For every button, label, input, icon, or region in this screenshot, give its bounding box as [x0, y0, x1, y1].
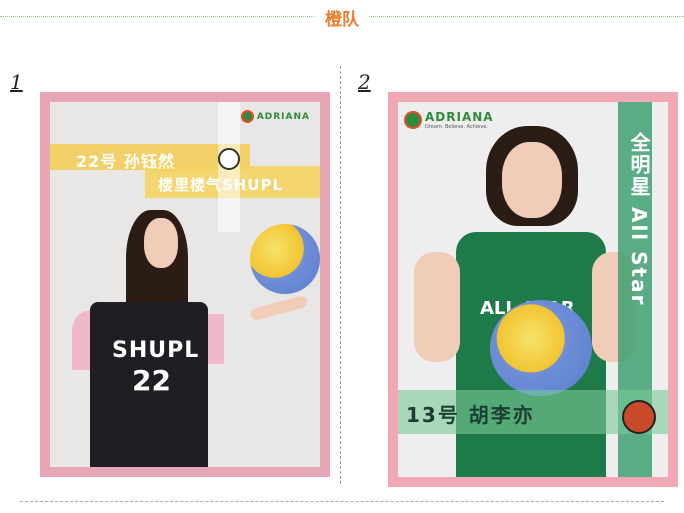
- jersey-number-1: 22: [132, 364, 171, 397]
- adriana-logo: ADRIANA Dream. Believe. Achieve.: [404, 110, 494, 130]
- card-photo-2: ADRIANA Dream. Believe. Achieve. ALL STA…: [398, 102, 668, 477]
- all-star-text: 全明星 All Star: [627, 132, 651, 307]
- footer-divider: [20, 501, 664, 502]
- card-photo-1: ADRIANA 22号 孙钰然 楼里楼气SHUPL SHUPL 22: [50, 102, 320, 467]
- basketball: [490, 300, 592, 396]
- jersey-team-1: SHUPL: [112, 338, 200, 363]
- player-face: [502, 142, 562, 218]
- player-card-1[interactable]: ADRIANA 22号 孙钰然 楼里楼气SHUPL SHUPL 22: [40, 92, 330, 477]
- all-star-badge-icon: [622, 400, 656, 434]
- player-name-1: 22号 孙钰然: [76, 152, 175, 171]
- player-name-2: 13号 胡李亦: [406, 403, 535, 427]
- adriana-logo-icon: [240, 110, 254, 123]
- adriana-logo-icon: [404, 111, 422, 129]
- column-divider: [340, 66, 341, 484]
- player-face: [144, 218, 178, 268]
- basketball: [250, 224, 320, 294]
- card-number-2: 2: [358, 70, 371, 94]
- emblem-icon: [218, 148, 240, 170]
- player-arm: [414, 252, 460, 362]
- player-card-2[interactable]: ADRIANA Dream. Believe. Achieve. ALL STA…: [388, 92, 678, 487]
- card-number-1: 1: [10, 70, 23, 94]
- section-title: 橙队: [0, 5, 684, 30]
- player-arm: [249, 294, 309, 322]
- player-slogan-1: 楼里楼气SHUPL: [158, 176, 284, 194]
- adriana-logo: ADRIANA: [240, 110, 310, 123]
